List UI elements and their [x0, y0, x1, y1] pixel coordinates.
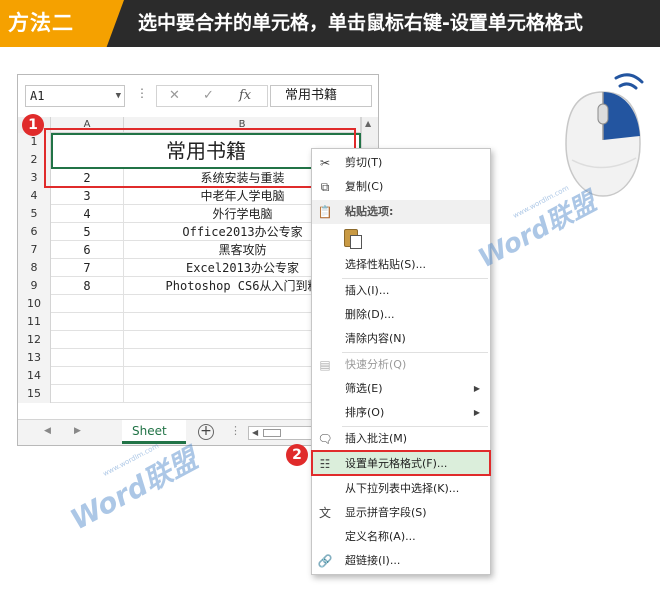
- header-banner: 方法二 选中要合并的单元格，单击鼠标右键-设置单元格格式: [0, 0, 660, 47]
- menu-item-sort[interactable]: 排序(O) ▶: [312, 401, 490, 425]
- paste-option-button[interactable]: [342, 227, 364, 251]
- name-box-value: A1: [30, 89, 45, 103]
- row-header[interactable]: 14: [18, 367, 51, 385]
- selection-highlight: [44, 128, 356, 188]
- row-header[interactable]: 9: [18, 277, 51, 295]
- method-tag: 方法二: [0, 0, 124, 47]
- cell-a[interactable]: [51, 331, 124, 349]
- copy-icon: ⧉: [320, 180, 330, 194]
- cell-a[interactable]: 6: [51, 241, 124, 259]
- row-header[interactable]: 4: [18, 187, 51, 205]
- name-box[interactable]: A1 ▼: [25, 85, 125, 107]
- table-row: 12: [18, 331, 361, 349]
- row-header[interactable]: 12: [18, 331, 51, 349]
- menu-item-copy[interactable]: ⧉ 复制(C): [312, 175, 490, 199]
- formula-bar: A1 ▼ ⋮ ✕ ✓ fx 常用书籍: [18, 75, 378, 115]
- paste-icon: 📋: [317, 205, 333, 219]
- paper-icon: [350, 235, 362, 249]
- menu-item-paste-special[interactable]: 选择性粘贴(S)...: [312, 253, 490, 277]
- menu-item-hyperlink[interactable]: 🔗 超链接(I)...: [312, 549, 490, 573]
- cell-a[interactable]: 8: [51, 277, 124, 295]
- formula-buttons: ✕ ✓ fx: [156, 85, 268, 107]
- menu-item-delete[interactable]: 删除(D)...: [312, 303, 490, 327]
- row-header[interactable]: 10: [18, 295, 51, 313]
- menu-item-define-name[interactable]: 定义名称(A)...: [312, 525, 490, 549]
- menu-item-filter[interactable]: 筛选(E) ▶: [312, 377, 490, 401]
- row-header[interactable]: 13: [18, 349, 51, 367]
- comment-icon: 🗨: [317, 432, 333, 446]
- insert-function-icon[interactable]: fx: [239, 86, 251, 106]
- more-icon: ⋮: [230, 424, 241, 437]
- menu-item-quick-analysis[interactable]: ▤ 快速分析(Q): [312, 353, 490, 377]
- table-row: 10: [18, 295, 361, 313]
- submenu-arrow-icon: ▶: [473, 408, 480, 417]
- cell-a[interactable]: [51, 385, 124, 403]
- format-cells-highlight: [311, 450, 491, 476]
- sheet-tab[interactable]: Sheet: [122, 420, 186, 444]
- table-row: 14: [18, 367, 361, 385]
- cell-a[interactable]: 4: [51, 205, 124, 223]
- banner-instruction: 选中要合并的单元格，单击鼠标右键-设置单元格格式: [138, 12, 583, 34]
- table-row: 13: [18, 349, 361, 367]
- menu-item-cut[interactable]: ✂ 剪切(T): [312, 151, 490, 175]
- cell-a[interactable]: [51, 313, 124, 331]
- cell-a[interactable]: [51, 367, 124, 385]
- hyperlink-icon: 🔗: [317, 554, 333, 568]
- cell-a[interactable]: 7: [51, 259, 124, 277]
- cell-a[interactable]: [51, 295, 124, 313]
- table-row: 5 4 外行学电脑: [18, 205, 361, 223]
- pinyin-icon: 文: [318, 506, 331, 520]
- row-header[interactable]: 7: [18, 241, 51, 259]
- mouse-icon: [565, 73, 644, 197]
- prev-sheet-icon[interactable]: ◀: [44, 426, 51, 436]
- scroll-left-icon[interactable]: ◀: [252, 428, 258, 437]
- scroll-thumb[interactable]: [263, 429, 281, 437]
- next-sheet-icon[interactable]: ▶: [74, 426, 81, 436]
- step-badge-2: 2: [286, 444, 308, 466]
- horizontal-scrollbar[interactable]: ◀: [248, 426, 314, 440]
- menu-item-pick-from-list[interactable]: 从下拉列表中选择(K)...: [312, 477, 490, 501]
- context-menu: ✂ 剪切(T) ⧉ 复制(C) 📋 粘贴选项: 选择性粘贴(S)... 插入(I…: [311, 148, 491, 575]
- table-row: 7 6 黑客攻防: [18, 241, 361, 259]
- scissors-icon: ✂: [319, 156, 331, 170]
- menu-item-clear-contents[interactable]: 清除内容(N): [312, 327, 490, 351]
- submenu-arrow-icon: ▶: [473, 384, 480, 393]
- menu-item-insert[interactable]: 插入(I)...: [312, 279, 490, 303]
- table-row: 15: [18, 385, 361, 403]
- chevron-down-icon[interactable]: ▼: [116, 86, 121, 106]
- table-row: 6 5 Office2013办公专家: [18, 223, 361, 241]
- cell-a[interactable]: 5: [51, 223, 124, 241]
- formula-input[interactable]: 常用书籍: [270, 85, 372, 107]
- step-badge-1: 1: [22, 114, 44, 136]
- quick-analysis-icon: ▤: [319, 358, 331, 372]
- add-sheet-icon[interactable]: +: [198, 424, 214, 440]
- cell-a[interactable]: 3: [51, 187, 124, 205]
- row-header[interactable]: 8: [18, 259, 51, 277]
- cancel-icon[interactable]: ✕: [169, 86, 180, 106]
- enter-icon[interactable]: ✓: [203, 86, 214, 106]
- menu-item-insert-comment[interactable]: 🗨 插入批注(M): [312, 427, 490, 451]
- scroll-up-icon[interactable]: ▲: [365, 119, 371, 128]
- table-row: 8 7 Excel2013办公专家: [18, 259, 361, 277]
- table-row: 9 8 Photoshop CS6从入门到精: [18, 277, 361, 295]
- cell-a[interactable]: [51, 349, 124, 367]
- row-header[interactable]: 11: [18, 313, 51, 331]
- row-header[interactable]: 6: [18, 223, 51, 241]
- row-header[interactable]: 5: [18, 205, 51, 223]
- menu-item-show-pinyin[interactable]: 文 显示拼音字段(S): [312, 501, 490, 525]
- table-row: 11: [18, 313, 361, 331]
- row-header[interactable]: 15: [18, 385, 51, 403]
- table-row: 4 3 中老年人学电脑: [18, 187, 361, 205]
- more-icon: ⋮: [136, 86, 148, 100]
- menu-section-paste-options: 📋 粘贴选项:: [312, 200, 490, 224]
